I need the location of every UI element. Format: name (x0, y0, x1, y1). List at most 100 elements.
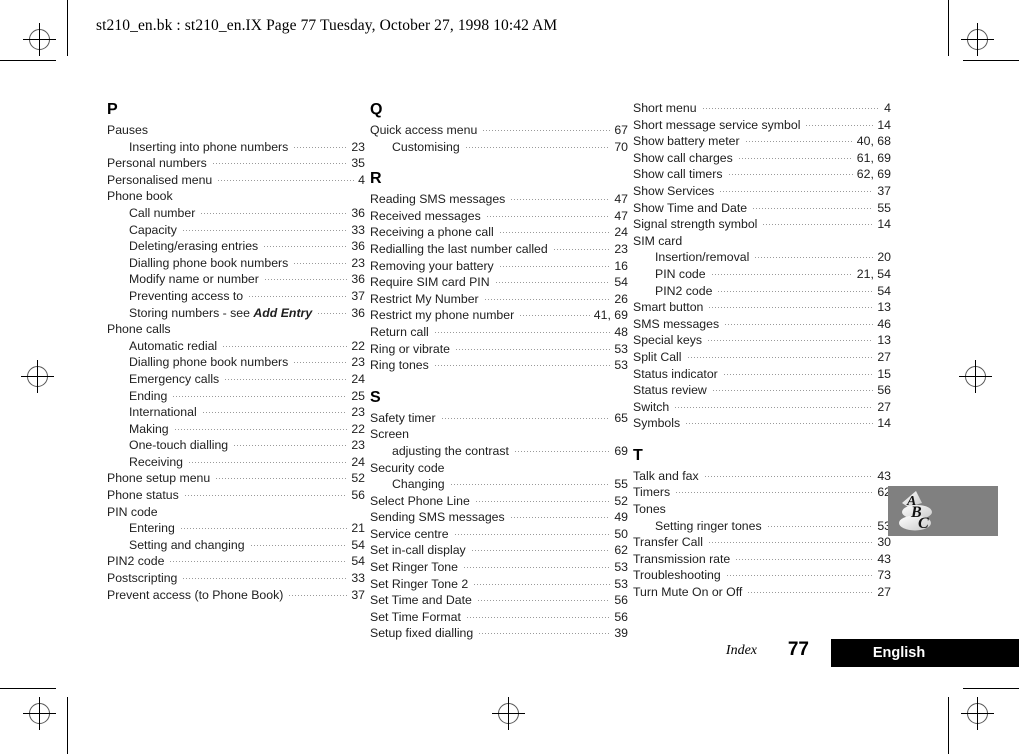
index-entry[interactable]: Personal numbers 35 (107, 155, 365, 172)
index-entry[interactable]: Smart button 13 (633, 299, 891, 316)
index-entry-page-number: 27 (877, 585, 891, 600)
index-entry[interactable]: SMS messages 46 (633, 316, 891, 333)
index-entry[interactable]: Quick access menu 67 (370, 122, 628, 139)
index-entry[interactable]: Switch 27 (633, 399, 891, 416)
index-entry[interactable]: Set Time and Date 56 (370, 592, 628, 609)
index-entry-label: Transmission rate (633, 551, 731, 566)
index-entry-page-number: 73 (877, 568, 891, 583)
index-entry-leader-dots (727, 174, 853, 176)
index-entry[interactable]: Short menu 4 (633, 100, 891, 117)
index-entry[interactable]: Talk and fax 43 (633, 468, 891, 485)
index-entry[interactable]: Phone setup menu 52 (107, 470, 365, 487)
index-entry[interactable]: Restrict My Number 26 (370, 291, 628, 308)
index-entry[interactable]: Ending 25 (107, 388, 365, 405)
index-entry[interactable]: Setting ringer tones 53 (633, 518, 891, 535)
index-entry[interactable]: Set Time Format 56 (370, 609, 628, 626)
index-entry[interactable]: Insertion/removal 20 (633, 249, 891, 266)
index-entry[interactable]: Pauses (107, 122, 365, 139)
index-entry[interactable]: Call number 36 (107, 205, 365, 222)
index-entry[interactable]: Dialling phone book numbers 23 (107, 255, 365, 272)
index-entry-page-number: 14 (877, 416, 891, 431)
index-entry[interactable]: Prevent access (to Phone Book) 37 (107, 587, 365, 604)
index-entry-label: Transfer Call (633, 535, 703, 550)
index-entry[interactable]: Receiving a phone call 24 (370, 224, 628, 241)
index-entry[interactable]: Phone calls (107, 321, 365, 338)
index-entry[interactable]: Set Ringer Tone 53 (370, 559, 628, 576)
index-entry-label: International (129, 405, 197, 420)
index-entry[interactable]: PIN code (107, 504, 365, 521)
index-entry-leader-dots (293, 262, 348, 264)
index-entry[interactable]: Setting and changing 54 (107, 537, 365, 554)
index-entry-leader-dots (754, 257, 874, 259)
index-entry[interactable]: Automatic redial 22 (107, 338, 365, 355)
index-entry[interactable]: Signal strength symbol 14 (633, 216, 891, 233)
index-entry-leader-dots (513, 450, 611, 452)
index-entry[interactable]: Special keys 13 (633, 332, 891, 349)
index-entry[interactable]: Troubleshooting 73 (633, 567, 891, 584)
index-entry-leader-dots (183, 495, 348, 497)
index-entry-label: Show Services (633, 183, 715, 198)
index-entry[interactable]: One-touch dialling 23 (107, 437, 365, 454)
index-entry[interactable]: Emergency calls 24 (107, 371, 365, 388)
index-entry[interactable]: Safety timer 65 (370, 410, 628, 427)
index-entry[interactable]: Ring or vibrate 53 (370, 341, 628, 358)
index-entry[interactable]: Show Time and Date 55 (633, 200, 891, 217)
index-entry[interactable]: Receiving 24 (107, 454, 365, 471)
index-entry[interactable]: Short message service symbol 14 (633, 117, 891, 134)
registration-hline (961, 39, 994, 40)
index-entry[interactable]: PIN2 code 54 (633, 283, 891, 300)
index-entry[interactable]: International 23 (107, 404, 365, 421)
index-entry[interactable]: Received messages 47 (370, 208, 628, 225)
index-entry[interactable]: Making 22 (107, 421, 365, 438)
index-entry[interactable]: Show call timers 62, 69 (633, 166, 891, 183)
index-entry[interactable]: Split Call 27 (633, 349, 891, 366)
index-entry[interactable]: PIN2 code 54 (107, 553, 365, 570)
index-entry[interactable]: SIM card (633, 233, 891, 250)
index-entry[interactable]: Status review 56 (633, 382, 891, 399)
index-entry[interactable]: Storing numbers - see Add Entry 36 (107, 305, 365, 322)
index-entry[interactable]: Tones (633, 501, 891, 518)
index-entry[interactable]: Restrict my phone number 41, 69 (370, 307, 628, 324)
index-entry[interactable]: Set Ringer Tone 2 53 (370, 576, 628, 593)
index-entry[interactable]: Return call 48 (370, 324, 628, 341)
index-entry[interactable]: Show Services 37 (633, 183, 891, 200)
index-entry[interactable]: Show battery meter 40, 68 (633, 133, 891, 150)
index-entry[interactable]: Dialling phone book numbers 23 (107, 354, 365, 371)
index-entry[interactable]: Timers 62 (633, 484, 891, 501)
index-entry[interactable]: Screen (370, 426, 628, 443)
index-entry[interactable]: Inserting into phone numbers 23 (107, 139, 365, 156)
index-entry[interactable]: Service centre 50 (370, 526, 628, 543)
index-entry[interactable]: Modify name or number 36 (107, 271, 365, 288)
index-entry[interactable]: Redialling the last number called 23 (370, 241, 628, 258)
index-entry[interactable]: Reading SMS messages 47 (370, 191, 628, 208)
index-entry-leader-dots (470, 550, 611, 552)
index-entry[interactable]: Turn Mute On or Off 27 (633, 584, 891, 601)
index-entry[interactable]: Security code (370, 460, 628, 477)
index-entry[interactable]: Removing your battery 16 (370, 258, 628, 275)
index-entry[interactable]: Entering 21 (107, 520, 365, 537)
index-entry[interactable]: adjusting the contrast 69 (370, 443, 628, 460)
index-entry[interactable]: Ring tones 53 (370, 357, 628, 374)
index-entry[interactable]: Sending SMS messages 49 (370, 509, 628, 526)
index-entry-page-number: 56 (614, 609, 628, 624)
index-entry[interactable]: Personalised menu 4 (107, 172, 365, 189)
index-entry[interactable]: Customising 70 (370, 139, 628, 156)
index-entry[interactable]: PIN code 21, 54 (633, 266, 891, 283)
index-entry[interactable]: Select Phone Line 52 (370, 493, 628, 510)
index-entry[interactable]: Postscripting 33 (107, 570, 365, 587)
index-entry[interactable]: Require SIM card PIN 54 (370, 274, 628, 291)
index-entry[interactable]: Transmission rate 43 (633, 551, 891, 568)
index-entry[interactable]: Show call charges 61, 69 (633, 150, 891, 167)
index-entry[interactable]: Changing 55 (370, 476, 628, 493)
index-entry[interactable]: Phone book (107, 188, 365, 205)
index-entry[interactable]: Status indicator 15 (633, 366, 891, 383)
index-entry[interactable]: Deleting/erasing entries 36 (107, 238, 365, 255)
index-entry[interactable]: Transfer Call 30 (633, 534, 891, 551)
index-entry[interactable]: Capacity 33 (107, 222, 365, 239)
index-entry[interactable]: Preventing access to 37 (107, 288, 365, 305)
index-entry-leader-dots (263, 246, 348, 248)
index-entry[interactable]: Set in-call display 62 (370, 542, 628, 559)
index-entry[interactable]: Symbols 14 (633, 415, 891, 432)
index-entry[interactable]: Phone status 56 (107, 487, 365, 504)
index-entry-page-number: 52 (614, 493, 628, 508)
